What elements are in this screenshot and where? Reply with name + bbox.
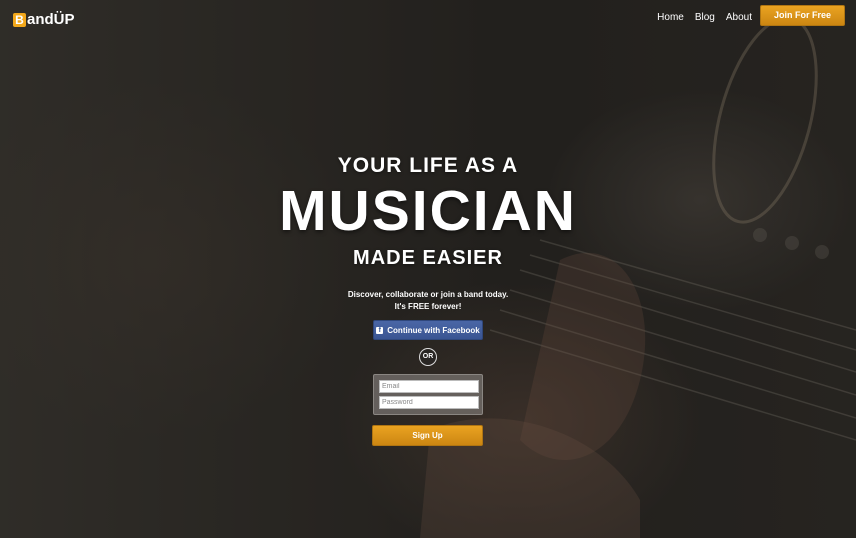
headline-line-3: MADE EASIER — [353, 247, 503, 269]
join-for-free-button[interactable]: Join For Free — [760, 5, 845, 26]
nav-home[interactable]: Home — [657, 11, 684, 25]
tagline-line-1: Discover, collaborate or join a band tod… — [347, 290, 509, 299]
logo-text: andÜP — [27, 11, 75, 28]
or-divider: OR — [419, 348, 437, 366]
headline-line-2: MUSICIAN — [279, 179, 577, 243]
nav-blog[interactable]: Blog — [695, 11, 715, 25]
facebook-icon: f — [376, 326, 384, 334]
headline-line-1: YOUR LIFE AS A — [337, 154, 519, 177]
top-nav: Home Blog About — [657, 11, 752, 25]
facebook-button-label: Continue with Facebook — [387, 325, 480, 335]
tagline-line-2: It's FREE forever! — [394, 302, 462, 311]
logo-mark: B — [13, 12, 26, 27]
facebook-login-button[interactable]: f Continue with Facebook — [373, 320, 483, 340]
tagline: Discover, collaborate or join a band tod… — [0, 289, 856, 313]
email-field[interactable] — [379, 380, 479, 393]
password-field[interactable] — [379, 396, 479, 409]
nav-about[interactable]: About — [726, 11, 752, 25]
brand-logo[interactable]: B andÜP — [13, 11, 75, 28]
sign-up-button[interactable]: Sign Up — [372, 425, 483, 446]
signup-form — [373, 374, 483, 415]
